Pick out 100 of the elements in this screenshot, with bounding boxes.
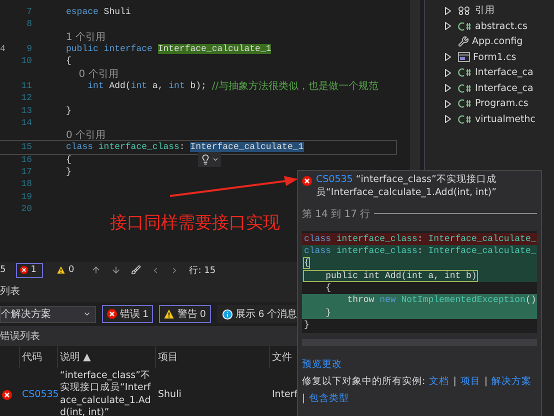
line-number: 8 xyxy=(26,19,32,30)
code-text: a, xyxy=(151,80,164,91)
code-text: Interface_calculate_1 xyxy=(190,142,304,152)
reference-count[interactable]: 0 个引用 xyxy=(66,66,118,81)
code-text: interface_class xyxy=(336,246,418,256)
fix-all-label: 修复以下对象中的所有实例: xyxy=(302,375,426,388)
code-text: : xyxy=(179,142,186,152)
tree-item[interactable]: Interface_ca xyxy=(475,82,534,94)
warning-icon xyxy=(57,266,66,274)
scope-link[interactable]: 解决方案 xyxy=(492,375,532,388)
arrow-up-icon[interactable] xyxy=(91,265,102,275)
code-text: b); xyxy=(189,80,208,91)
info-icon xyxy=(222,308,233,320)
code-text: : xyxy=(417,246,424,256)
project-cell-text: Shuli xyxy=(157,388,182,402)
code-text: class xyxy=(66,142,94,152)
filter-toggle[interactable]: 警告 0 xyxy=(159,305,211,323)
line-number: 10 xyxy=(20,56,32,66)
csharp-file-icon xyxy=(458,114,472,124)
line-number: 12 xyxy=(20,93,32,104)
tree-item[interactable]: Interface_ca xyxy=(475,67,534,78)
code-text: { xyxy=(66,56,72,66)
code-text: interface_class xyxy=(336,234,418,244)
file-cell-text: Interf xyxy=(271,388,298,402)
error-message: CS0535 “interface_class”不实现接口成员“Interface_calculate_1.Add(int, int)” xyxy=(316,174,498,200)
error-icon xyxy=(2,390,12,400)
line-number: 15 xyxy=(20,142,32,152)
lightbulb-icon xyxy=(200,154,211,165)
filter-toggle[interactable]: 错误 1 xyxy=(102,305,154,323)
tree-item[interactable]: Form1.cs xyxy=(473,52,516,63)
code-text: { xyxy=(66,154,72,165)
wrench-icon xyxy=(458,36,469,48)
code-text: Shuli xyxy=(102,7,131,18)
error-description: “interface_class”不实现接口成员“Interface_calculate_1.Add(int, int)” xyxy=(59,369,152,416)
preview-link[interactable]: 预览更改 xyxy=(302,358,342,371)
tree-item[interactable]: Program.cs xyxy=(475,98,528,110)
column-header[interactable]: 说明 ▲ xyxy=(58,346,156,368)
quick-actions-button[interactable] xyxy=(198,152,221,167)
code-text: espace xyxy=(66,7,98,18)
csharp-file-icon xyxy=(458,99,472,108)
line-number: 14 xyxy=(20,118,32,128)
cursor-position: 行: 15 xyxy=(189,264,216,276)
code-text: } xyxy=(66,167,72,177)
margin-glyph: 4 xyxy=(0,44,6,54)
code-text: class xyxy=(304,234,332,244)
error-icon xyxy=(20,266,28,274)
code-text: public interface xyxy=(66,44,154,54)
code-text: Add( xyxy=(108,80,131,91)
code-text: int xyxy=(86,80,104,91)
line-number: 7 xyxy=(26,7,32,18)
code-text: Interface_calculate_ xyxy=(428,234,536,244)
scope-link[interactable]: 文档 xyxy=(429,375,450,388)
column-header[interactable]: 代码 xyxy=(20,346,58,368)
annotation-text: 接口同样需要接口实现 xyxy=(110,212,280,234)
code-text: : xyxy=(417,234,424,244)
form-file-icon xyxy=(458,52,470,62)
error-code-link[interactable]: CS0535 xyxy=(20,368,58,416)
zoom-level[interactable]: 5 xyxy=(0,265,6,275)
code-text: Interface_calculate_ xyxy=(428,246,536,256)
code-text: () xyxy=(525,295,536,306)
tree-item[interactable]: App.config xyxy=(472,36,523,48)
tree-item[interactable]: 引用 xyxy=(475,4,495,18)
error-count[interactable]: 1 xyxy=(16,262,44,278)
link-separator: | xyxy=(302,393,306,404)
arrow-down-icon[interactable] xyxy=(111,265,122,275)
brush-icon[interactable] xyxy=(131,265,142,275)
caret-icon xyxy=(212,156,219,163)
csharp-file-icon xyxy=(458,68,472,78)
scope-dropdown[interactable]: 个解决方案 xyxy=(0,306,96,322)
references-icon xyxy=(458,6,472,16)
code-text: int xyxy=(168,80,185,91)
line-number: 20 xyxy=(20,204,32,214)
line-number: 17 xyxy=(20,167,32,177)
tree-item[interactable]: abstract.cs xyxy=(475,20,528,32)
code-text: public int Add(int a, int b) xyxy=(304,270,477,281)
code-text: int xyxy=(130,80,148,91)
code-text: } xyxy=(324,308,332,318)
scope-link[interactable]: 项目 xyxy=(460,375,480,388)
line-range: 第 14 到 17 行 xyxy=(302,208,370,221)
code-text: interface_class xyxy=(98,142,180,152)
error-icon xyxy=(302,176,312,186)
tree-item[interactable]: virtualmethc xyxy=(475,114,536,125)
csharp-file-icon xyxy=(458,84,472,93)
warning-count[interactable]: 0 xyxy=(53,262,82,278)
column-header[interactable]: 项目 xyxy=(156,346,270,368)
code-text: } xyxy=(66,106,72,116)
reference-count[interactable]: 0 个引用 xyxy=(66,128,106,142)
link-separator: | xyxy=(484,376,488,387)
link-separator: | xyxy=(453,376,456,387)
error-code-link[interactable]: CS0535 xyxy=(316,174,353,185)
scope-link[interactable]: 包含类型 xyxy=(309,392,350,405)
reference-count[interactable]: 1 个引用 xyxy=(66,30,106,44)
line-number: 16 xyxy=(20,154,32,165)
code-text: //与抽象方法很类似，也是做一个规范 xyxy=(212,80,379,93)
warning-icon xyxy=(164,309,174,319)
line-number: 13 xyxy=(20,106,32,116)
code-text: class xyxy=(304,246,332,256)
csharp-file-icon xyxy=(458,22,472,31)
line-number: 18 xyxy=(20,179,32,190)
error-icon xyxy=(107,309,117,319)
